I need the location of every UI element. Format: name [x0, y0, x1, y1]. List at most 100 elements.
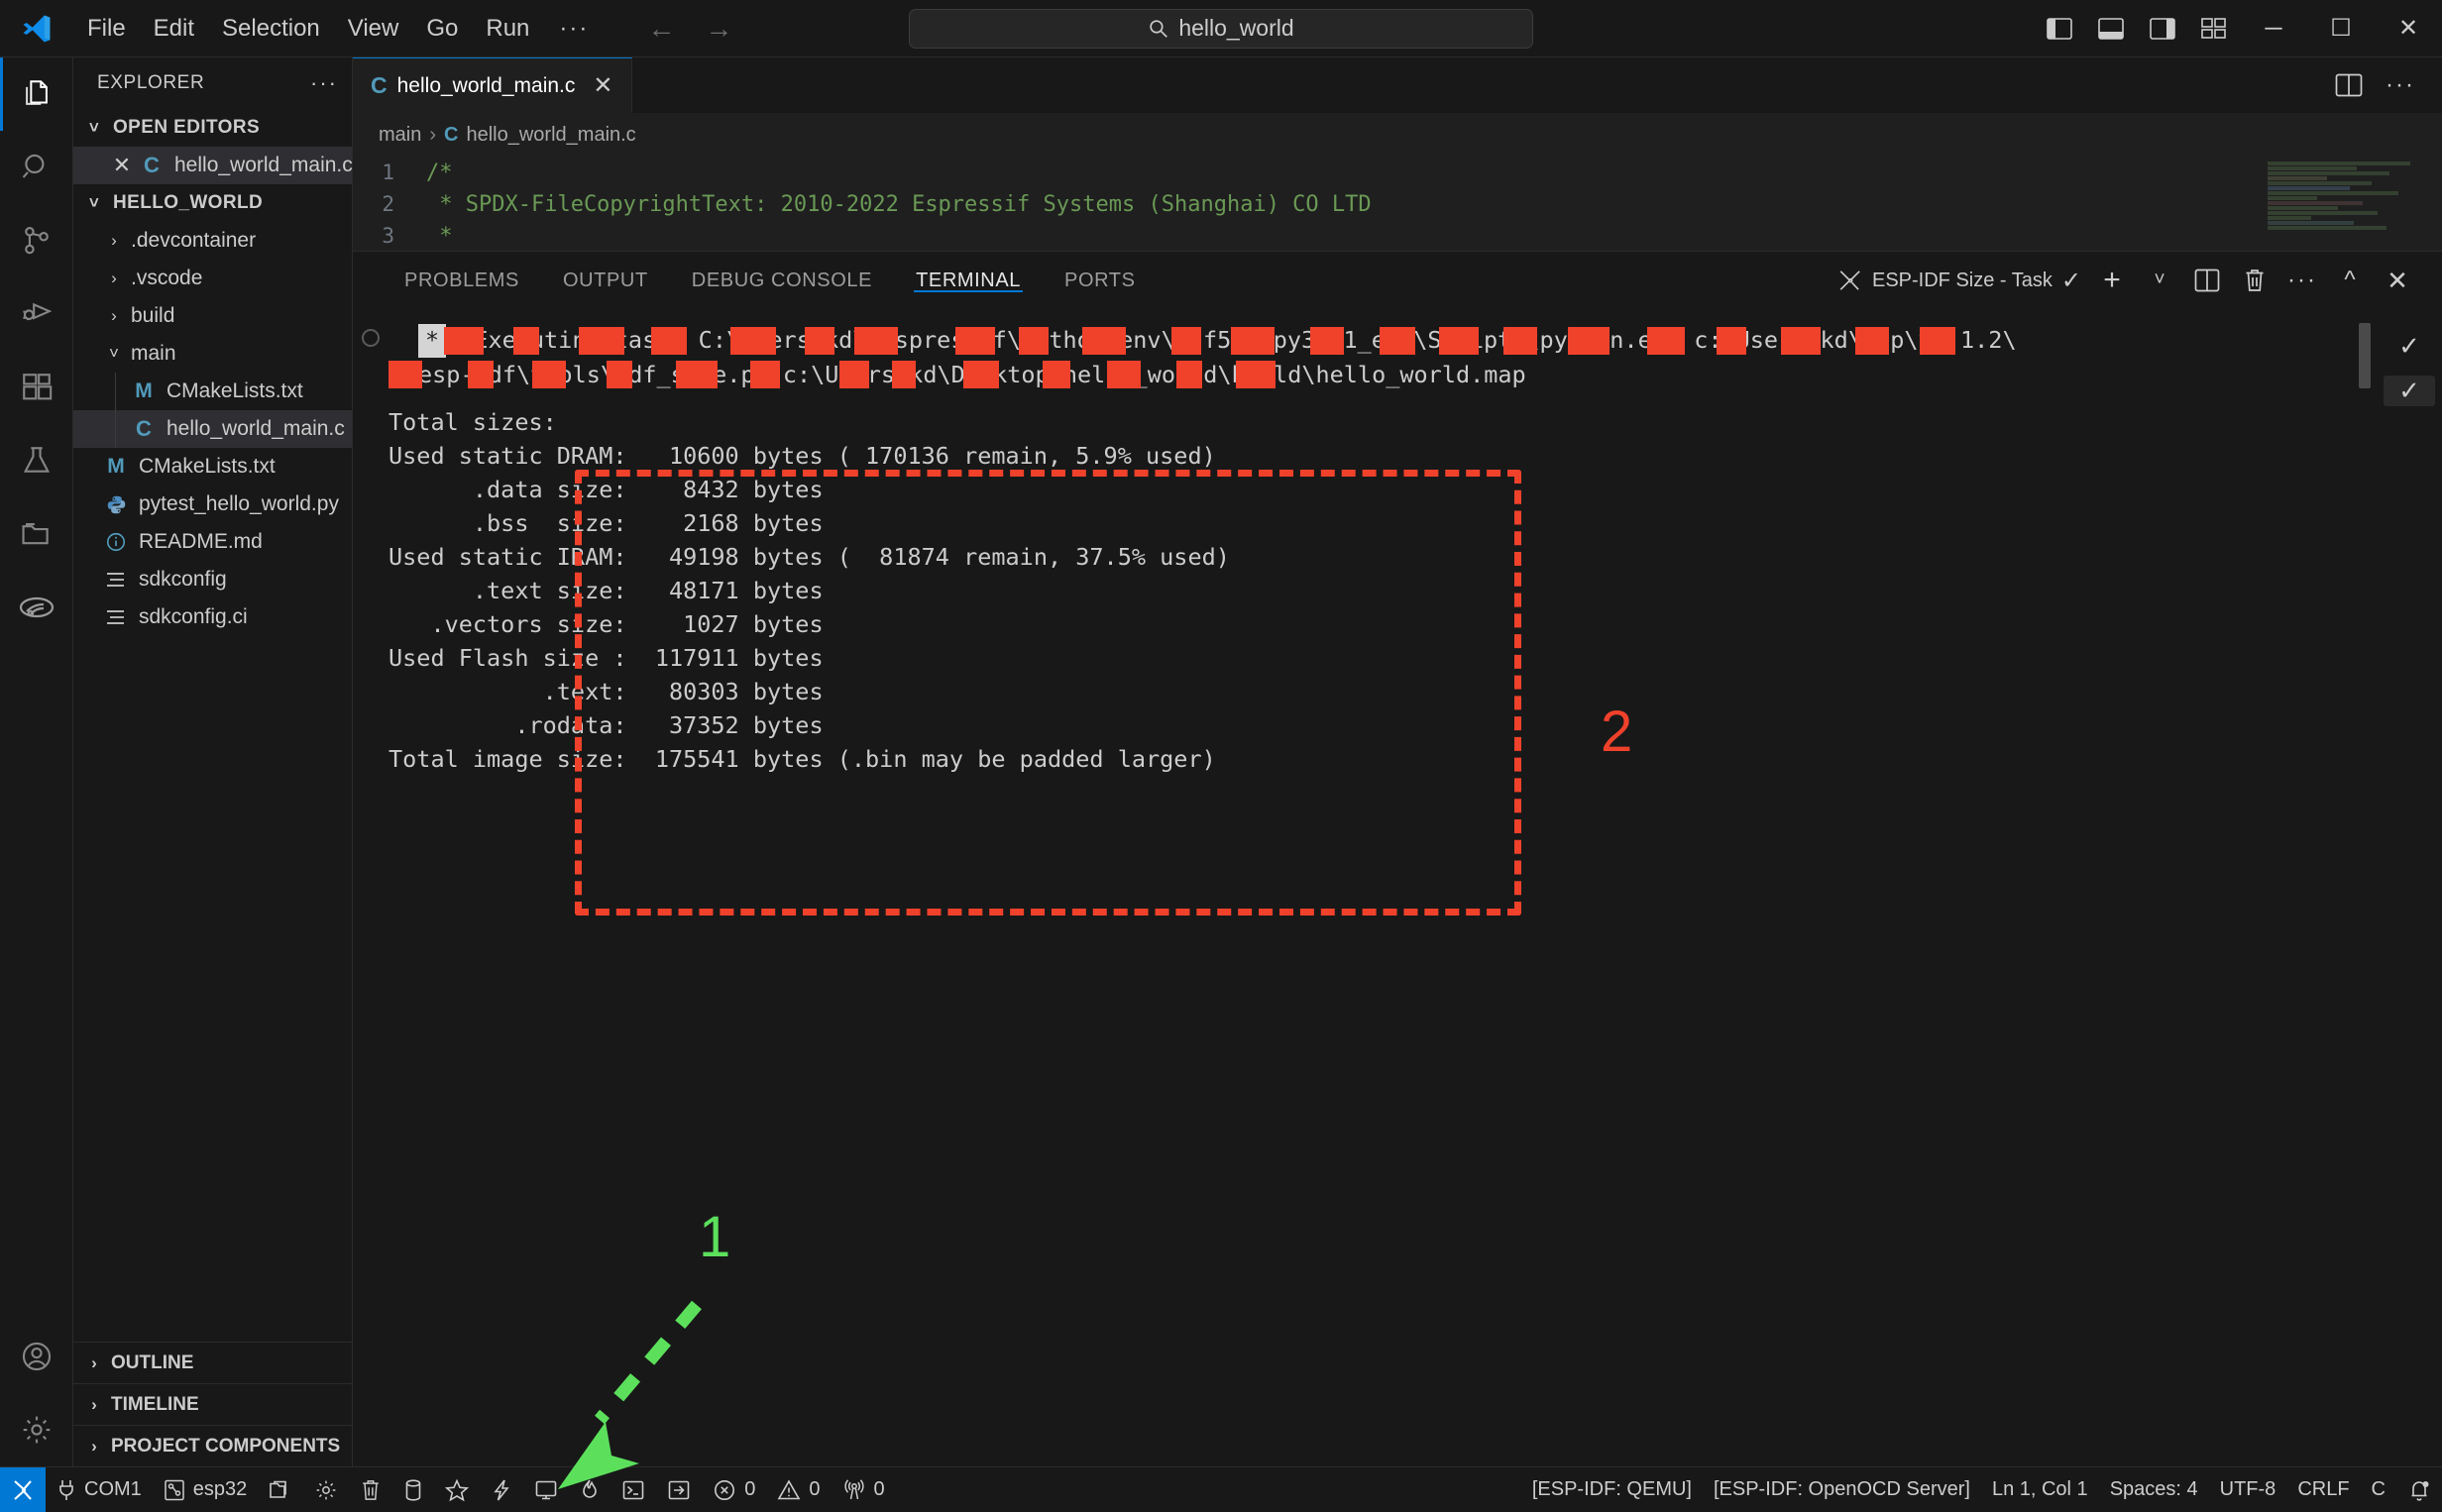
status-serial-port[interactable]: COM1 [46, 1467, 153, 1512]
open-editor-item[interactable]: ✕ C hello_world_main.c main [73, 147, 399, 184]
terminal-task-selector[interactable]: ESP-IDF Size - Task ✓ [1832, 267, 2087, 295]
status-notifications[interactable] [2396, 1467, 2442, 1512]
database-icon [403, 1478, 423, 1502]
tree-item-pytest-hello-world-py[interactable]: pytest_hello_world.py [73, 486, 352, 523]
trash-icon [360, 1478, 382, 1502]
status-indentation[interactable]: Spaces: 4 [2099, 1467, 2209, 1512]
status-open-terminal[interactable] [610, 1467, 656, 1512]
status-encoding[interactable]: UTF-8 [2209, 1467, 2287, 1512]
activity-item-testing[interactable] [0, 424, 73, 497]
close-icon[interactable]: ✕ [107, 153, 137, 178]
menu-file[interactable]: File [73, 9, 140, 49]
menu-run[interactable]: Run [472, 9, 543, 49]
status-warnings[interactable]: 0 [766, 1467, 831, 1512]
status-build-project[interactable] [392, 1467, 434, 1512]
remote-window-button[interactable] [0, 1466, 46, 1512]
activity-item-file-explorer-alt[interactable] [0, 497, 73, 571]
activity-item-explorer[interactable] [0, 57, 73, 131]
activity-item-esp-idf[interactable] [0, 571, 73, 644]
go-back-icon[interactable]: ← [644, 13, 678, 45]
new-terminal-icon[interactable]: + [2089, 252, 2135, 309]
minimap[interactable] [2268, 161, 2416, 248]
section-project-components[interactable]: › PROJECT COMPONENTS [73, 1425, 352, 1466]
status-esp-idf-openocd-server[interactable]: [ESP-IDF: OpenOCD Server] [1703, 1467, 1981, 1512]
tab-hello-world-main-c[interactable]: C hello_world_main.c ✕ [353, 57, 632, 113]
more-actions-icon[interactable]: ··· [2377, 57, 2424, 113]
section-workspace[interactable]: ˅ HELLO_WORLD [73, 184, 352, 222]
menu-go[interactable]: Go [412, 9, 472, 49]
status-eol[interactable]: CRLF [2286, 1467, 2360, 1512]
activity-item-run-and-debug[interactable] [0, 277, 73, 351]
status-open-project[interactable] [258, 1467, 303, 1512]
sidebar-more-icon[interactable]: ··· [310, 70, 338, 96]
tree-item-main-cmakelists[interactable]: M CMakeLists.txt [73, 373, 352, 410]
panel-tab-problems[interactable]: PROBLEMS [383, 270, 541, 292]
panel-more-icon[interactable]: ··· [2279, 252, 2325, 309]
menu-edit[interactable]: Edit [140, 9, 208, 49]
window-minimize-button[interactable]: ─ [2240, 0, 2307, 57]
toggle-secondary-sidebar-icon[interactable] [2137, 0, 2188, 57]
tree-item-readme-md[interactable]: README.md [73, 523, 352, 561]
command-decoration-icon[interactable] [362, 329, 380, 347]
section-project-components-label: PROJECT COMPONENTS [111, 1435, 341, 1457]
status-flash-device[interactable] [434, 1467, 480, 1512]
status-full-clean[interactable] [349, 1467, 392, 1512]
window-close-button[interactable]: ✕ [2375, 0, 2442, 57]
status-language-mode[interactable]: C [2361, 1467, 2396, 1512]
tab-close-icon[interactable]: ✕ [593, 71, 612, 100]
split-editor-icon[interactable] [2325, 57, 2373, 113]
window-maximize-button[interactable]: ☐ [2307, 0, 2375, 57]
menu-more[interactable]: ··· [543, 9, 605, 49]
tree-item-sdkconfig-ci[interactable]: sdkconfig.ci [73, 598, 352, 636]
terminal-output[interactable]: * Executing task: C:\Users\kd\.espressif… [388, 309, 2377, 1466]
go-forward-icon[interactable]: → [702, 13, 735, 45]
status-radio-tower[interactable]: 0 [832, 1467, 896, 1512]
status-errors[interactable]: 0 [702, 1467, 766, 1512]
section-open-editors[interactable]: ˅ OPEN EDITORS [73, 109, 352, 147]
terminal-task-label: ESP-IDF Size - Task [1871, 269, 2053, 291]
section-outline[interactable]: › OUTLINE [73, 1342, 352, 1383]
menu-bar[interactable]: File Edit Selection View Go Run ··· [73, 9, 605, 49]
status-esp-idf-flame[interactable] [569, 1467, 610, 1512]
chevron-down-icon[interactable]: ˅ [2137, 252, 2182, 309]
status-execute-custom-task[interactable] [656, 1467, 702, 1512]
panel-tab-output[interactable]: OUTPUT [541, 270, 670, 292]
code-editor[interactable]: 1 /* 2 * SPDX-FileCopyrightText: 2010-20… [353, 157, 2442, 251]
tree-item-devcontainer[interactable]: › .devcontainer [73, 222, 352, 260]
status-menuconfig[interactable] [303, 1467, 349, 1512]
status-monitor-device[interactable] [480, 1467, 523, 1512]
maximize-panel-icon[interactable]: ^ [2327, 252, 2373, 309]
toggle-primary-sidebar-icon[interactable] [2034, 0, 2085, 57]
breadcrumb-item-file[interactable]: hello_world_main.c [466, 124, 635, 147]
activity-item-source-control[interactable] [0, 204, 73, 277]
tree-item-hello-world-main-c[interactable]: C hello_world_main.c [73, 410, 352, 448]
tree-item-vscode[interactable]: › .vscode [73, 260, 352, 297]
menu-selection[interactable]: Selection [208, 9, 334, 49]
status-esp-idf-qemu[interactable]: [ESP-IDF: QEMU] [1521, 1467, 1703, 1512]
status-cursor-position[interactable]: Ln 1, Col 1 [1981, 1467, 2099, 1512]
breadcrumb-item-main[interactable]: main [379, 124, 421, 147]
activity-item-accounts[interactable] [0, 1320, 73, 1393]
kill-terminal-icon[interactable] [2232, 252, 2277, 309]
quick-input-search-box[interactable]: hello_world [909, 8, 1533, 49]
tree-item-main-folder[interactable]: ˅ main [73, 335, 352, 373]
panel-tab-terminal[interactable]: TERMINAL [894, 270, 1043, 292]
toggle-panel-icon[interactable] [2085, 0, 2137, 57]
activity-item-manage[interactable] [0, 1393, 73, 1466]
tree-item-sdkconfig[interactable]: sdkconfig [73, 561, 352, 598]
activity-item-search[interactable] [0, 131, 73, 204]
status-device-target[interactable]: esp32 [153, 1467, 259, 1512]
menu-view[interactable]: View [334, 9, 413, 49]
terminal-body[interactable]: * Executing task: C:\Users\kd\.espressif… [353, 309, 2442, 1466]
status-open-monitor[interactable] [523, 1467, 569, 1512]
split-terminal-icon[interactable] [2184, 252, 2230, 309]
terminal-scrollbar[interactable] [2359, 323, 2371, 388]
tree-item-build[interactable]: › build [73, 297, 352, 335]
section-timeline[interactable]: › TIMELINE [73, 1383, 352, 1425]
tree-item-root-cmakelists[interactable]: M CMakeLists.txt [73, 448, 352, 486]
panel-tab-debug-console[interactable]: DEBUG CONSOLE [670, 270, 894, 292]
customize-layout-icon[interactable] [2188, 0, 2240, 57]
panel-tab-ports[interactable]: PORTS [1043, 270, 1158, 292]
close-panel-icon[interactable]: ✕ [2375, 252, 2420, 309]
activity-item-extensions[interactable] [0, 351, 73, 424]
